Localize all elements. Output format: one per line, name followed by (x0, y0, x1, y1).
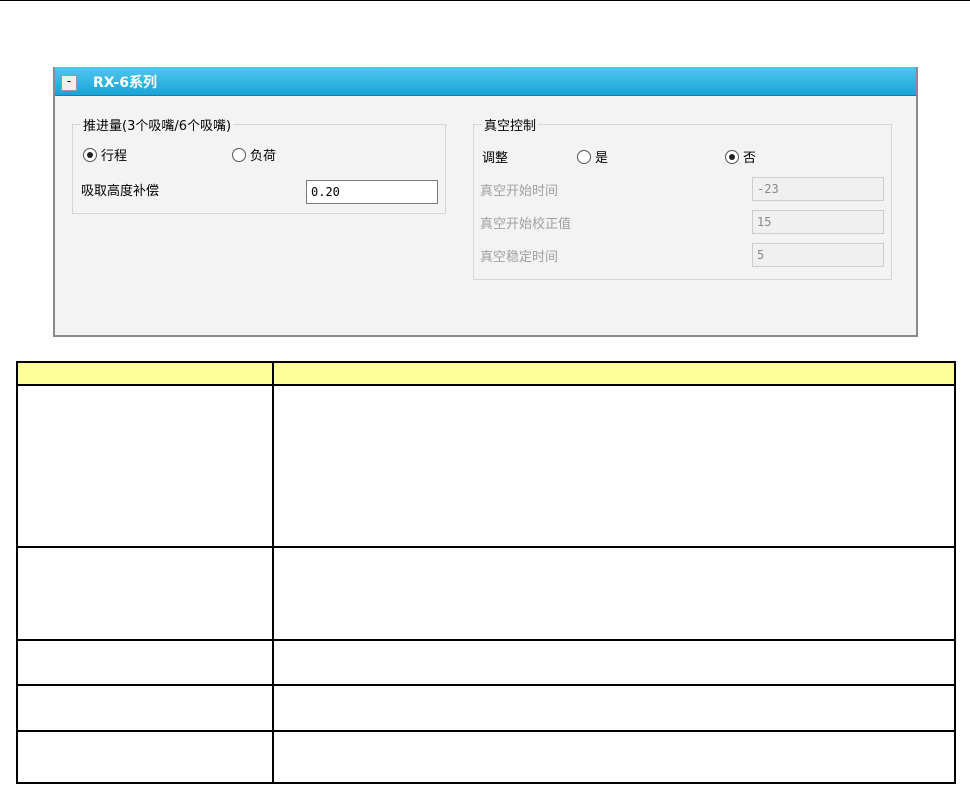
table-cell (16, 639, 274, 686)
table-row (16, 546, 956, 641)
table-cell (272, 684, 956, 732)
vacuum-start-time-input[interactable]: -23 (752, 177, 884, 201)
table-cell (272, 384, 956, 548)
collapse-button[interactable]: - (61, 75, 77, 91)
table-cell (16, 730, 274, 784)
table-cell (16, 546, 274, 641)
table-cell (272, 546, 956, 641)
radio-label: 是 (595, 151, 609, 166)
adjust-label: 调整 (482, 151, 509, 166)
vacuum-start-time-label: 真空开始时间 (480, 184, 559, 199)
vacuum-group: 真空控制 调整 是 否 真空开始时间 -23 真空开始校正值 15 真空稳定时间… (473, 115, 892, 280)
table-cell (272, 730, 956, 784)
thrust-group: 推进量(3个吸嘴/6个吸嘴) 行程 负荷 吸取高度补偿 0.20 (72, 115, 446, 214)
vacuum-start-correction-input[interactable]: 15 (752, 210, 884, 234)
panel-titlebar: - RX-6系列 (55, 67, 916, 96)
rx6-settings-panel: - RX-6系列 推进量(3个吸嘴/6个吸嘴) 行程 负荷 吸取高度补偿 0.2… (53, 67, 918, 337)
radio-label: 行程 (101, 149, 128, 164)
radio-stroke[interactable]: 行程 (83, 145, 127, 164)
radio-unchecked-icon (232, 147, 246, 162)
height-comp-label: 吸取高度补偿 (81, 184, 160, 199)
table-row (16, 684, 956, 732)
radio-yes[interactable]: 是 (577, 147, 608, 166)
table-cell (16, 684, 274, 732)
radio-no[interactable]: 否 (725, 147, 756, 166)
vacuum-legend: 真空控制 (482, 115, 539, 134)
header-cell (16, 361, 274, 386)
vacuum-stable-time-label: 真空稳定时间 (480, 250, 559, 265)
radio-label: 否 (743, 151, 757, 166)
description-table (16, 361, 956, 784)
panel-title: RX-6系列 (93, 75, 157, 91)
radio-label: 负荷 (250, 149, 277, 164)
table-row (16, 639, 956, 686)
radio-checked-icon (725, 149, 739, 164)
thrust-legend: 推进量(3个吸嘴/6个吸嘴) (81, 115, 234, 134)
radio-checked-icon (83, 147, 97, 162)
table-row (16, 730, 956, 784)
radio-load[interactable]: 负荷 (232, 145, 276, 164)
top-divider (0, 0, 970, 1)
vacuum-start-correction-label: 真空开始校正值 (480, 217, 572, 232)
table-cell (16, 384, 274, 548)
height-comp-input[interactable]: 0.20 (306, 180, 438, 204)
table-row (16, 384, 956, 548)
table-cell (272, 639, 956, 686)
radio-unchecked-icon (577, 149, 591, 164)
table-header-row (16, 361, 956, 386)
header-cell (272, 361, 956, 386)
vacuum-stable-time-input[interactable]: 5 (752, 243, 884, 267)
